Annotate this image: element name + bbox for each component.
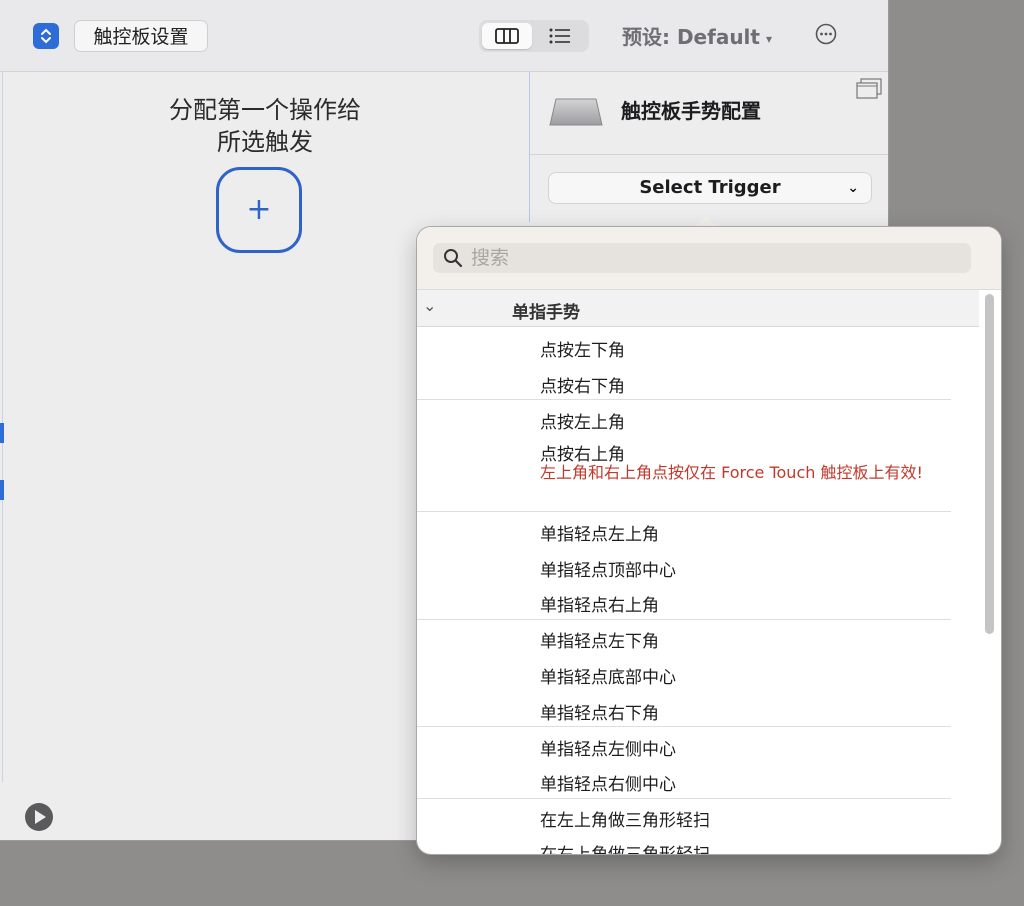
toolbar: 触控板设置 预设: Default ▾ <box>0 0 888 72</box>
select-trigger-label: Select Trigger <box>639 177 781 198</box>
list-item[interactable]: 点按左下角 <box>540 336 625 361</box>
list-item[interactable]: 单指轻点右下角 <box>540 699 659 724</box>
scrollbar-thumb[interactable] <box>985 294 994 634</box>
select-trigger-dropdown[interactable]: Select Trigger ⌄ <box>548 172 872 204</box>
app-selector-stepper[interactable] <box>33 23 59 49</box>
selection-marker <box>0 423 4 443</box>
separator <box>417 726 951 727</box>
list-item[interactable]: 在右上角做三角形轻扫 <box>540 840 710 854</box>
assign-line-1: 分配第一个操作给 <box>169 96 361 124</box>
list-item[interactable]: 点按左上角 <box>540 408 625 433</box>
chevron-updown-icon <box>41 28 51 44</box>
preset-label: 预设: Default <box>622 25 760 49</box>
list-item[interactable]: 单指轻点底部中心 <box>540 663 676 688</box>
header-divider <box>530 154 888 155</box>
separator <box>417 798 951 799</box>
inspector-title: 触控板手势配置 <box>621 99 761 123</box>
windows-icon[interactable] <box>856 78 882 100</box>
list-item[interactable]: 单指轻点顶部中心 <box>540 556 676 581</box>
trigger-popover: ⌄ 单指手势 点按左下角 点按右下角 点按左上角 点按右上角 左上角和右上角点按… <box>417 227 1001 854</box>
list-item[interactable]: 单指轻点左上角 <box>540 520 659 545</box>
preset-dropdown[interactable]: 预设: Default ▾ <box>622 21 772 50</box>
trackpad-settings-button[interactable]: 触控板设置 <box>74 20 208 52</box>
columns-icon <box>495 28 519 44</box>
list-item[interactable]: 单指轻点右侧中心 <box>540 770 676 795</box>
trigger-list: 点按左下角 点按右下角 点按左上角 点按右上角 左上角和右上角点按仅在 Forc… <box>417 227 1001 854</box>
force-touch-note: 左上角和右上角点按仅在 Force Touch 触控板上有效! <box>540 463 923 482</box>
more-options-icon[interactable] <box>815 23 837 45</box>
separator <box>417 619 951 620</box>
list-item[interactable]: 单指轻点右上角 <box>540 591 659 616</box>
view-mode-segmented-control[interactable] <box>479 20 589 52</box>
list-item[interactable]: 点按右下角 <box>540 372 625 397</box>
separator <box>417 511 951 512</box>
list-item[interactable]: 单指轻点左下角 <box>540 627 659 652</box>
add-action-button[interactable]: + <box>216 167 302 253</box>
list-item[interactable]: 单指轻点左侧中心 <box>540 735 676 760</box>
list-item[interactable]: 在左上角做三角形轻扫 <box>540 806 710 831</box>
selection-marker <box>0 480 4 500</box>
separator <box>417 399 951 400</box>
caret-down-icon: ▾ <box>765 31 773 46</box>
assign-action-prompt: 分配第一个操作给 所选触发 <box>150 94 380 158</box>
trackpad-icon <box>549 98 603 126</box>
list-view-icon[interactable] <box>549 28 571 44</box>
assign-line-2: 所选触发 <box>217 128 313 156</box>
play-icon[interactable] <box>24 802 54 832</box>
chevron-down-icon: ⌄ <box>847 180 859 196</box>
